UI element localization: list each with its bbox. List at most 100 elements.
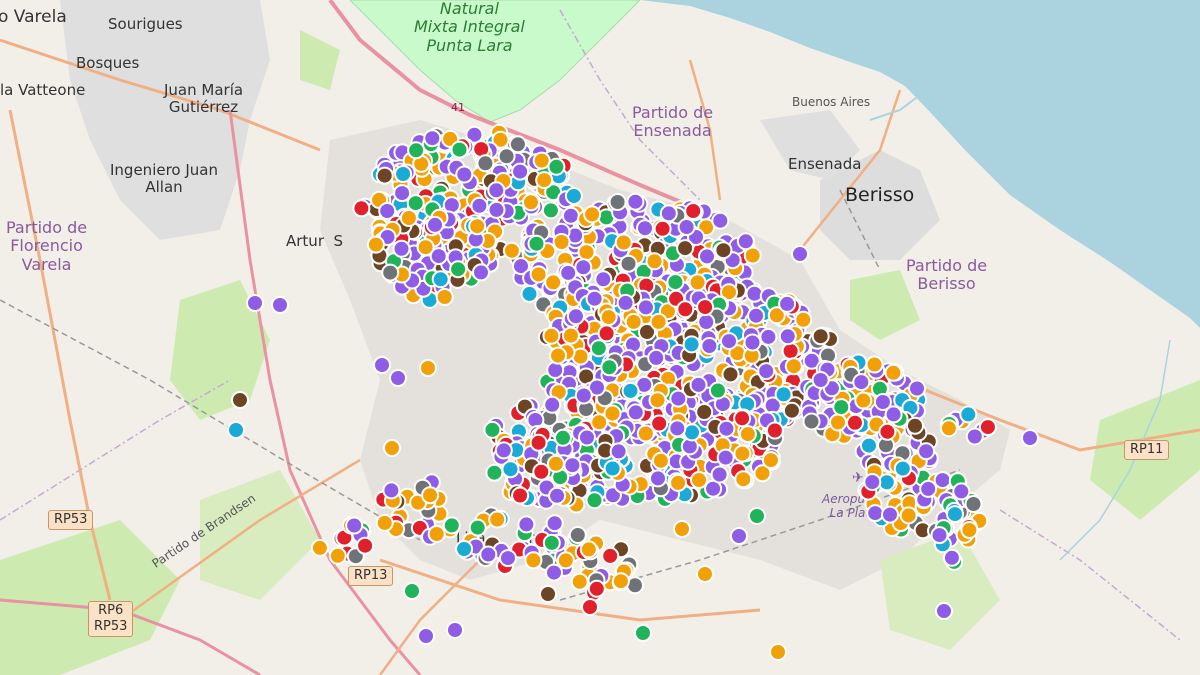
incident-marker-1597[interactable] — [499, 549, 517, 568]
incident-marker-548[interactable] — [520, 284, 539, 303]
incident-marker-1442[interactable] — [802, 412, 821, 431]
incident-marker-541[interactable] — [614, 233, 633, 252]
incident-marker-1016[interactable] — [589, 339, 608, 358]
incident-marker-194[interactable] — [522, 193, 540, 212]
incident-marker-1550[interactable] — [952, 482, 971, 501]
incident-marker-992[interactable] — [676, 300, 695, 319]
incident-marker-946[interactable] — [597, 324, 616, 343]
incident-marker-1273[interactable] — [683, 423, 701, 442]
incident-marker-964[interactable] — [585, 289, 604, 308]
incident-marker-1691[interactable] — [730, 527, 748, 545]
incident-marker-1369[interactable] — [511, 486, 530, 505]
incident-marker-1585[interactable] — [468, 518, 487, 537]
incident-marker-1689[interactable] — [539, 585, 557, 603]
incident-marker-1018[interactable] — [757, 362, 776, 381]
incident-marker-1458[interactable] — [811, 371, 830, 389]
incident-marker-520[interactable] — [577, 243, 596, 262]
incident-marker-1215[interactable] — [695, 403, 714, 421]
incident-marker-1667[interactable] — [965, 427, 984, 446]
incident-marker-1285[interactable] — [485, 463, 504, 482]
incident-marker-1255[interactable] — [710, 465, 729, 484]
incident-marker-224[interactable] — [476, 154, 495, 173]
incident-marker-1010[interactable] — [743, 333, 762, 352]
incident-marker-973[interactable] — [549, 346, 567, 365]
incident-marker-1655[interactable] — [556, 551, 575, 570]
incident-marker-1620[interactable] — [382, 481, 401, 500]
incident-marker-1276[interactable] — [716, 448, 735, 467]
incident-marker-1684[interactable] — [634, 624, 652, 642]
incident-marker-584[interactable] — [529, 265, 548, 284]
incident-marker-338[interactable] — [449, 260, 468, 279]
incident-marker-1503[interactable] — [860, 436, 878, 455]
incident-marker-1275[interactable] — [651, 451, 670, 470]
incident-marker-557[interactable] — [645, 252, 664, 271]
incident-marker-1623[interactable] — [375, 513, 394, 532]
incident-marker-1678[interactable] — [419, 359, 437, 377]
incident-marker-231[interactable] — [450, 140, 469, 159]
incident-marker-1356[interactable] — [578, 428, 596, 447]
incident-marker-518[interactable] — [636, 219, 654, 238]
incident-marker-1004[interactable] — [561, 326, 580, 345]
incident-marker-482[interactable] — [684, 202, 703, 220]
incident-marker-1365[interactable] — [548, 486, 567, 505]
incident-marker-922[interactable] — [636, 298, 655, 317]
incident-marker-1268[interactable] — [649, 469, 667, 488]
incident-marker-1624[interactable] — [442, 516, 461, 535]
incident-marker-1681[interactable] — [1021, 429, 1039, 447]
incident-marker-1354[interactable] — [494, 441, 513, 460]
incident-marker-1437[interactable] — [865, 355, 884, 374]
incident-marker-555[interactable] — [677, 218, 696, 236]
incident-marker-995[interactable] — [688, 273, 707, 292]
incident-marker-1685[interactable] — [769, 643, 787, 661]
incident-marker-538[interactable] — [626, 192, 645, 211]
incident-marker-1688[interactable] — [417, 627, 435, 645]
incident-marker-1661[interactable] — [587, 579, 606, 598]
incident-marker-1200[interactable] — [738, 425, 757, 444]
incident-marker-1614[interactable] — [427, 525, 446, 543]
incident-marker-1242[interactable] — [708, 381, 727, 400]
incident-marker-1690[interactable] — [403, 582, 421, 600]
incident-marker-858[interactable] — [747, 306, 766, 325]
incident-marker-997[interactable] — [778, 327, 797, 346]
incident-marker-1558[interactable] — [960, 521, 979, 539]
incident-marker-1686[interactable] — [935, 602, 953, 620]
incident-marker-1656[interactable] — [601, 546, 620, 565]
incident-marker-332[interactable] — [435, 288, 454, 306]
incident-marker-1256[interactable] — [717, 419, 736, 438]
incident-marker-593[interactable] — [552, 233, 571, 251]
incident-marker-1278[interactable] — [668, 419, 687, 438]
incident-marker-253[interactable] — [394, 165, 413, 183]
incident-marker-577[interactable] — [714, 241, 733, 260]
incident-marker-1350[interactable] — [554, 428, 572, 447]
incident-marker-325[interactable] — [416, 238, 435, 257]
incident-marker-326[interactable] — [468, 217, 487, 236]
incident-marker-1264[interactable] — [669, 389, 688, 408]
incident-marker-1683[interactable] — [581, 598, 599, 616]
incident-marker-902[interactable] — [566, 307, 585, 326]
incident-marker-220[interactable] — [532, 151, 551, 170]
incident-marker-1647[interactable] — [545, 563, 563, 582]
incident-marker-576[interactable] — [619, 254, 638, 273]
incident-marker-1682[interactable] — [696, 565, 714, 583]
incident-marker-1675[interactable] — [227, 421, 245, 439]
incident-marker-313[interactable] — [442, 196, 461, 215]
incident-marker-306[interactable] — [406, 194, 425, 213]
incident-marker-591[interactable] — [574, 258, 593, 277]
incident-marker-1677[interactable] — [389, 369, 407, 387]
incident-marker-1599[interactable] — [479, 545, 498, 564]
incident-marker-1271[interactable] — [574, 386, 593, 405]
incident-marker-1505[interactable] — [884, 405, 903, 424]
incident-marker-193[interactable] — [497, 147, 516, 166]
incident-marker-1154[interactable] — [690, 471, 708, 489]
incident-marker-1011[interactable] — [682, 335, 701, 354]
incident-marker-1279[interactable] — [669, 473, 688, 492]
incident-marker-222[interactable] — [511, 162, 530, 181]
incident-marker-1648[interactable] — [570, 572, 589, 591]
incident-marker-1665[interactable] — [959, 405, 978, 424]
incident-marker-1002[interactable] — [599, 308, 618, 327]
incident-marker-1019[interactable] — [720, 332, 738, 351]
incident-marker-1589[interactable] — [488, 510, 507, 529]
incident-marker-1672[interactable] — [246, 294, 264, 312]
incident-marker-504[interactable] — [594, 270, 613, 289]
incident-marker-978[interactable] — [647, 348, 666, 367]
